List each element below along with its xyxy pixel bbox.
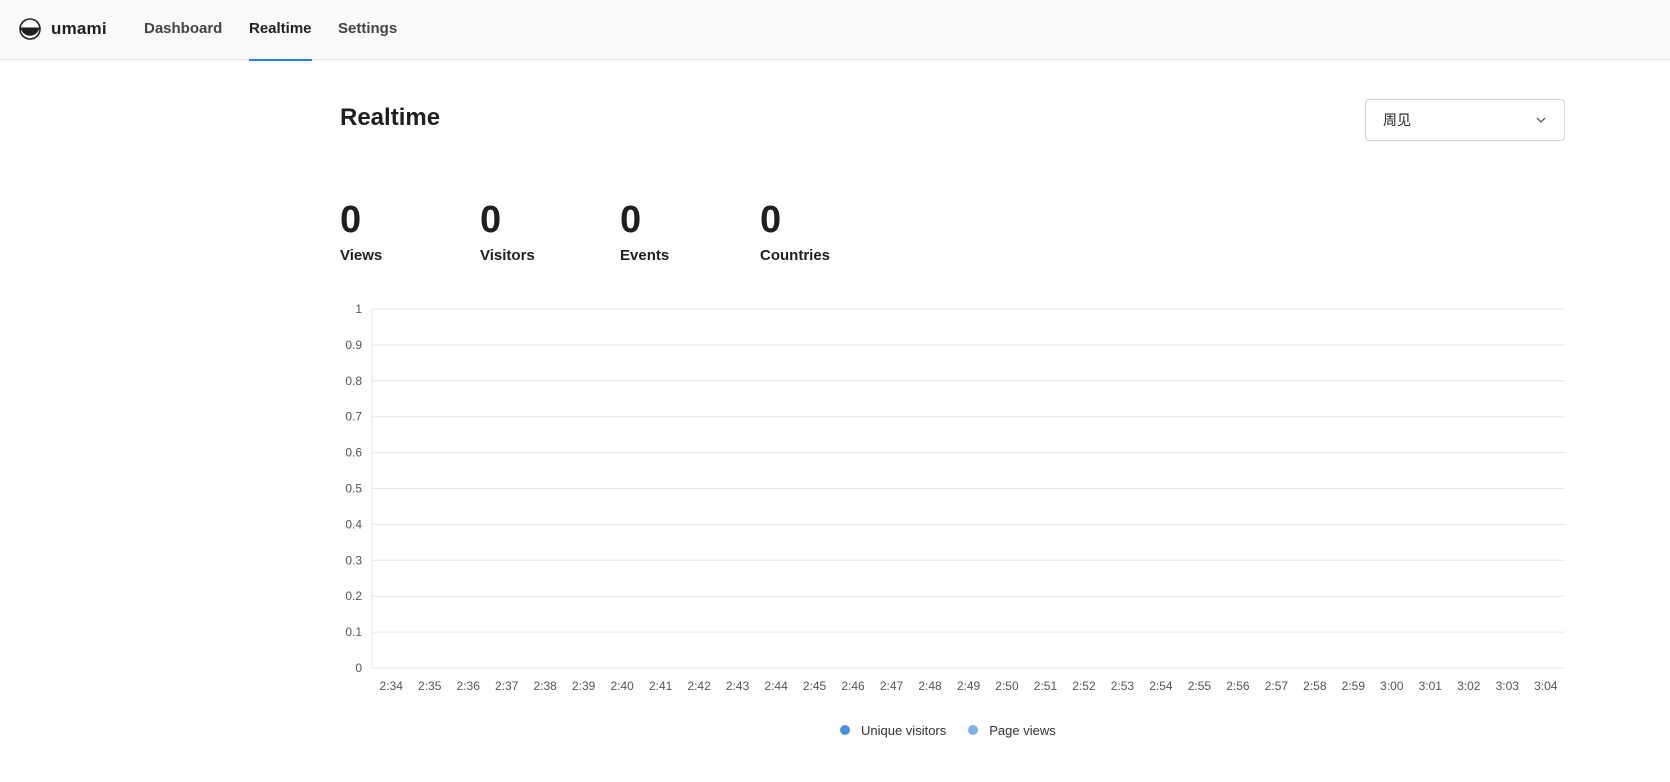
legend-item-unique-visitors[interactable]: Unique visitors	[840, 723, 946, 738]
x-tick-label: 2:43	[726, 679, 750, 693]
chart-legend: Unique visitors Page views	[840, 721, 1056, 739]
x-tick-label: 2:54	[1149, 679, 1173, 693]
y-tick-label: 0.9	[345, 338, 362, 352]
x-tick-label: 3:01	[1419, 679, 1443, 693]
nav-item-settings[interactable]: Settings	[338, 0, 397, 60]
app-name: umami	[51, 19, 107, 38]
chevron-down-icon	[1536, 117, 1546, 123]
x-tick-label: 2:52	[1072, 679, 1096, 693]
x-tick-label: 2:59	[1342, 679, 1366, 693]
logo[interactable]: umami	[19, 16, 107, 42]
x-tick-label: 2:50	[995, 679, 1019, 693]
legend-dot	[968, 725, 979, 735]
metric-value: 0	[620, 199, 642, 241]
x-tick-label: 3:02	[1457, 679, 1481, 693]
x-tick-label: 2:46	[841, 679, 865, 693]
nav-item-dashboard[interactable]: Dashboard	[144, 0, 222, 60]
y-tick-label: 0.7	[345, 410, 362, 424]
nav-item-realtime[interactable]: Realtime	[249, 0, 312, 61]
legend-item-page-views[interactable]: Page views	[968, 722, 1056, 738]
metric-label: Views	[340, 247, 383, 264]
x-tick-label: 2:48	[918, 679, 942, 693]
x-tick-label: 2:44	[764, 679, 788, 693]
metric-events: 0 Events	[620, 196, 669, 264]
x-tick-label: 2:58	[1303, 679, 1327, 693]
x-tick-label: 3:00	[1380, 679, 1404, 693]
metric-countries: 0 Countries	[760, 196, 830, 264]
x-tick-label: 2:40	[610, 679, 634, 693]
y-tick-label: 0.2	[345, 589, 362, 603]
metric-value: 0	[340, 199, 362, 241]
x-tick-label: 2:39	[572, 679, 596, 693]
y-tick-label: 0.8	[345, 374, 362, 388]
x-tick-label: 2:49	[957, 679, 981, 693]
metric-views: 0 Views	[340, 196, 382, 264]
y-tick-label: 0.6	[345, 446, 362, 460]
metric-value: 0	[480, 199, 502, 241]
metric-value: 0	[760, 199, 782, 241]
metric-visitors: 0 Visitors	[480, 196, 535, 264]
legend-label: Unique visitors	[861, 722, 947, 738]
x-tick-label: 2:38	[533, 679, 557, 693]
page-title: Realtime	[340, 104, 441, 131]
website-select-dropdown[interactable]: 周见	[1365, 99, 1565, 141]
x-tick-label: 2:35	[418, 679, 442, 693]
x-tick-label: 2:51	[1034, 679, 1058, 693]
legend-dot	[840, 725, 850, 735]
metric-label: Visitors	[480, 247, 535, 264]
metric-label: Events	[620, 247, 670, 264]
y-tick-label: 0	[355, 661, 362, 675]
y-tick-label: 0.5	[345, 482, 362, 496]
x-tick-label: 2:36	[457, 679, 481, 693]
x-tick-label: 3:04	[1534, 679, 1558, 693]
y-tick-label: 1	[355, 302, 362, 316]
y-tick-label: 0.3	[345, 553, 362, 567]
x-tick-label: 3:03	[1496, 679, 1520, 693]
x-tick-label: 2:37	[495, 679, 519, 693]
legend-label: Page views	[989, 722, 1056, 738]
x-tick-label: 2:57	[1265, 679, 1289, 693]
x-tick-label: 2:56	[1226, 679, 1250, 693]
realtime-chart: 0 0.1 0.2 0.3 0.4 0.5 0.6 0.7 0.8 0.9 1 2:34 2:35 2:3…	[345, 302, 1565, 693]
y-tick-label: 0.4	[345, 517, 362, 531]
top-header: umami Dashboard Realtime Settings	[0, 0, 1670, 61]
dropdown-selected-value: 周见	[1383, 112, 1411, 128]
x-tick-label: 2:42	[687, 679, 711, 693]
x-tick-label: 2:34	[380, 679, 404, 693]
y-tick-label: 0.1	[345, 625, 362, 639]
metric-label: Countries	[760, 247, 831, 264]
x-tick-label: 2:47	[880, 679, 904, 693]
x-tick-label: 2:41	[649, 679, 673, 693]
x-tick-label: 2:55	[1188, 679, 1212, 693]
x-tick-label: 2:45	[803, 679, 827, 693]
umami-logo-icon	[19, 18, 41, 40]
x-tick-label: 2:53	[1111, 679, 1135, 693]
